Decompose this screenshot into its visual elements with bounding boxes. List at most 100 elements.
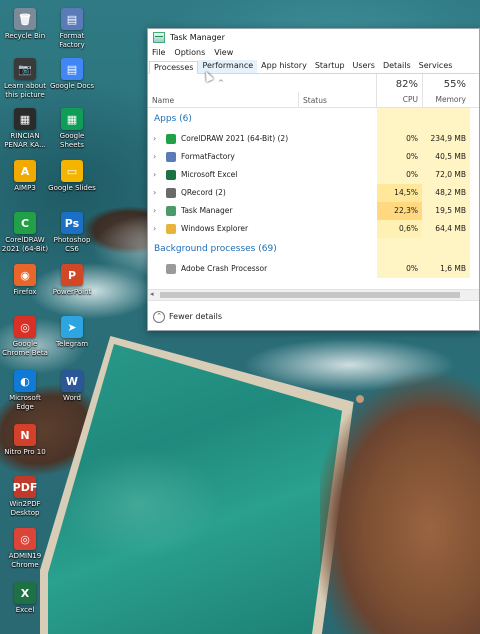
desktop-icon-win2pdf-desktop[interactable]: PDF Win2PDF Desktop [0,476,50,517]
cpu-total: 82% [395,79,418,90]
process-icon [166,134,176,144]
process-row[interactable]: › Windows Explorer 0,6% 64,4 MB [148,220,479,238]
group-label: Background processes (69) [154,244,277,254]
app-icon: ◎ [14,316,36,338]
column-status[interactable]: Status [303,96,327,105]
desktop-icon-powerpoint[interactable]: P PowerPoint [47,264,97,297]
column-divider[interactable] [298,92,299,107]
menu-options[interactable]: Options [174,48,205,57]
process-row[interactable]: › Task Manager 22,3% 19,5 MB [148,202,479,220]
desktop-icon-word[interactable]: W Word [47,370,97,403]
expand-chevron-icon[interactable]: › [153,188,156,197]
column-memory[interactable]: 55% Memory [422,74,470,107]
column-cpu[interactable]: 82% CPU [376,74,422,107]
expand-chevron-icon[interactable]: › [153,224,156,233]
window-title: Task Manager [170,33,225,42]
process-row[interactable]: › QRecord (2) 14,5% 48,2 MB [148,184,479,202]
fewer-details-link[interactable]: Fewer details [169,312,222,321]
expand-chevron-icon[interactable]: › [153,134,156,143]
desktop-icon-learn-about-this-picture[interactable]: 📷 Learn about this picture [0,58,50,99]
app-icon: ➤ [61,316,83,338]
desktop-icon-aimp3[interactable]: A AIMP3 [0,160,50,193]
desktop-icon-google-docs[interactable]: ▤ Google Docs [47,58,97,91]
desktop-icon-label: Photoshop CS6 [53,236,91,253]
background-rows: Adobe Crash Processor 0% 1,6 MB [148,260,479,278]
tab-processes[interactable]: Processes [149,61,199,74]
process-memory: 19,5 MB [422,202,470,220]
scroll-left-icon[interactable]: ◂ [150,290,154,298]
app-icon: 📷 [14,58,36,80]
desktop-icon-label: Telegram [55,340,89,348]
process-row[interactable]: › Microsoft Excel 0% 72,0 MB [148,166,479,184]
process-memory: 1,6 MB [422,260,470,278]
desktop-icon-label: Learn about this picture [4,82,46,99]
task-manager-icon [153,32,165,43]
desktop-icon-format-factory[interactable]: ▤ Format Factory [47,8,97,49]
app-icon: X [14,582,36,604]
task-manager-window[interactable]: Task Manager File Options View Processes… [147,28,480,331]
sort-caret-icon[interactable]: ^ [218,79,224,87]
process-memory: 234,9 MB [422,130,470,148]
desktop-icon-firefox[interactable]: ◉ Firefox [0,264,50,297]
desktop-icon-label: Google Docs [49,82,95,90]
title-bar[interactable]: Task Manager [148,29,479,46]
desktop-icon-recycle-bin[interactable]: 🗑 Recycle Bin [0,8,50,41]
collapse-chevron-icon[interactable]: ⌃ [153,311,165,323]
app-icon: ◐ [14,370,36,392]
app-icon: N [14,424,36,446]
tab-startup[interactable]: Startup [311,60,349,73]
desktop-icon-telegram[interactable]: ➤ Telegram [47,316,97,349]
desktop-icon-label: PowerPoint [52,288,92,296]
process-row[interactable]: Adobe Crash Processor 0% 1,6 MB [148,260,479,278]
memory-heat-fill [422,238,470,260]
horizontal-scrollbar[interactable]: ◂ [148,289,479,300]
process-name: Adobe Crash Processor [181,264,268,273]
expand-chevron-icon[interactable]: › [153,170,156,179]
expand-chevron-icon[interactable]: › [153,152,156,161]
desktop-icon-label: Win2PDF Desktop [9,500,41,517]
desktop-icon-microsoft-edge[interactable]: ◐ Microsoft Edge [0,370,50,411]
desktop-icon-google-sheets[interactable]: ▦ Google Sheets [47,108,97,149]
process-cpu: 0,6% [377,220,422,238]
process-list: Apps (6) › CorelDRAW 2021 (64-Bit) (2) 0% 2… [148,108,479,279]
process-cpu: 0% [377,260,422,278]
process-memory: 48,2 MB [422,184,470,202]
tab-app-history[interactable]: App history [257,60,311,73]
app-icon: W [61,370,83,392]
menu-file[interactable]: File [152,48,165,57]
app-icon: ▦ [61,108,83,130]
menu-view[interactable]: View [214,48,233,57]
process-icon [166,152,176,162]
process-memory: 72,0 MB [422,166,470,184]
desktop-icon-coreldraw-2021-64-bit[interactable]: C CorelDRAW 2021 (64-Bit) [0,212,50,253]
tab-services[interactable]: Services [415,60,457,73]
tab-details[interactable]: Details [379,60,415,73]
app-icon: P [61,264,83,286]
tab-users[interactable]: Users [349,60,379,73]
column-header: ^ Name Status 82% CPU 55% Memory [148,74,479,108]
app-icon: PDF [13,476,37,498]
wallpaper-rocks [320,370,480,634]
desktop-icon-google-slides[interactable]: ▭ Google Slides [47,160,97,193]
process-icon [166,188,176,198]
desktop-icon-rincian-penar-ka[interactable]: ▦ RINCIAN PENAR KA... [0,108,50,149]
process-cpu: 0% [377,130,422,148]
desktop-icon-google-chrome-beta[interactable]: ◎ Google Chrome Beta [0,316,50,357]
app-icon: ◎ [14,528,36,550]
desktop-icon-photoshop-cs6[interactable]: Ps Photoshop CS6 [47,212,97,253]
desktop-icon-nitro-pro-10[interactable]: N Nitro Pro 10 [0,424,50,457]
process-cpu: 0% [377,166,422,184]
expand-chevron-icon[interactable]: › [153,206,156,215]
column-name[interactable]: Name [152,96,174,105]
process-row[interactable]: › CorelDRAW 2021 (64-Bit) (2) 0% 234,9 MB [148,130,479,148]
desktop-icon-label: Google Slides [48,184,96,192]
cpu-label: CPU [402,95,418,104]
process-row[interactable]: › FormatFactory 0% 40,5 MB [148,148,479,166]
app-icon: ▦ [14,108,36,130]
process-icon [166,224,176,234]
desktop-icon-admin19-chrome[interactable]: ◎ ADMIN19 Chrome [0,528,50,569]
scrollbar-thumb[interactable] [160,292,460,298]
desktop-icon-excel[interactable]: X Excel [0,582,50,615]
app-icon: ◉ [14,264,36,286]
process-name: QRecord (2) [181,188,226,197]
